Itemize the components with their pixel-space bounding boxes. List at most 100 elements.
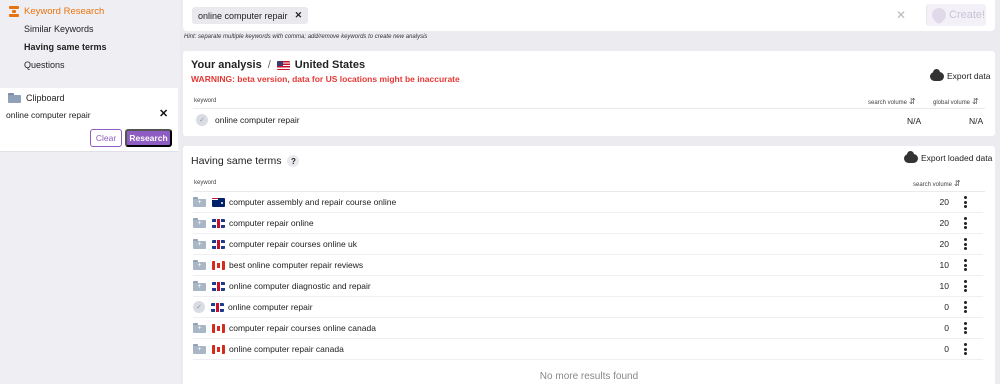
hint-text: Hint: separate multiple keywords with co… bbox=[184, 34, 428, 40]
table-row[interactable]: online computer diagnostic and repair 10 bbox=[193, 276, 983, 297]
analysis-keyword: online computer repair bbox=[215, 115, 300, 125]
table-row[interactable]: best online computer repair reviews 10 bbox=[193, 255, 983, 276]
no-more-results: No more results found bbox=[539, 371, 639, 382]
search-volume-column-header[interactable]: search volume ⇵ bbox=[913, 179, 961, 188]
sidebar: Keyword Research Similar Keywords Having… bbox=[0, 0, 180, 384]
help-icon[interactable]: ? bbox=[287, 155, 300, 167]
result-keyword[interactable]: online computer repair bbox=[228, 302, 313, 312]
sidebar-item-keyword-research[interactable]: Keyword Research bbox=[0, 2, 180, 20]
result-search-volume: 20 bbox=[939, 218, 949, 228]
analysis-global-volume: N/A bbox=[969, 116, 984, 126]
more-options-icon[interactable] bbox=[964, 238, 968, 250]
more-options-icon[interactable] bbox=[964, 322, 968, 334]
sort-icon[interactable]: ⇵ bbox=[954, 179, 961, 188]
sort-icon[interactable]: ⇵ bbox=[972, 97, 979, 106]
create-label: Create! bbox=[949, 9, 986, 21]
analysis-heading: Your analysis bbox=[191, 59, 262, 71]
keyword-research-icon bbox=[8, 5, 20, 17]
result-keyword[interactable]: online computer repair canada bbox=[229, 344, 344, 354]
search-volume-header-label: search volume bbox=[868, 100, 908, 106]
more-options-icon[interactable] bbox=[964, 343, 968, 355]
sidebar-item-similar-keywords[interactable]: Similar Keywords bbox=[0, 20, 180, 38]
keyword-input-bar[interactable]: online computer repair ✕ ✕ Create! bbox=[183, 0, 995, 31]
gb-flag-icon bbox=[212, 239, 225, 249]
cloud-download-icon bbox=[930, 68, 944, 81]
ca-flag-icon bbox=[212, 323, 225, 333]
clear-button[interactable]: Clear bbox=[90, 129, 122, 147]
more-options-icon[interactable] bbox=[964, 301, 968, 313]
check-icon: ✓ bbox=[196, 114, 208, 126]
cloud-download-icon bbox=[904, 150, 918, 163]
ca-flag-icon bbox=[212, 344, 225, 354]
table-row[interactable]: online computer repair canada 0 bbox=[193, 339, 983, 360]
divider bbox=[193, 108, 985, 109]
us-flag-icon bbox=[276, 60, 290, 70]
sidebar-item-having-same-terms[interactable]: Having same terms bbox=[0, 38, 180, 56]
title-separator: / bbox=[267, 59, 271, 71]
create-button[interactable]: Create! bbox=[926, 4, 986, 26]
more-options-icon[interactable] bbox=[964, 280, 968, 292]
keyword-chip-label: online computer repair bbox=[198, 10, 288, 21]
clear-all-icon[interactable]: ✕ bbox=[896, 8, 906, 22]
result-keyword[interactable]: computer repair courses online canada bbox=[229, 323, 376, 333]
table-row[interactable]: computer repair courses online canada 0 bbox=[193, 318, 983, 339]
result-search-volume: 0 bbox=[944, 323, 949, 333]
gb-flag-icon bbox=[212, 281, 225, 291]
keyword-column-header: keyword bbox=[194, 180, 217, 186]
result-search-volume: 0 bbox=[944, 302, 949, 312]
sidebar-title: Keyword Research bbox=[24, 5, 105, 17]
clipboard-text[interactable]: online computer repair bbox=[6, 110, 91, 120]
keyword-column-header: keyword bbox=[194, 98, 217, 104]
table-row[interactable]: computer repair online 20 bbox=[193, 213, 983, 234]
more-options-icon[interactable] bbox=[964, 196, 968, 208]
table-row[interactable]: computer repair courses online uk 20 bbox=[193, 234, 983, 255]
result-keyword[interactable]: computer assembly and repair course onli… bbox=[229, 197, 396, 207]
sidebar-item-questions[interactable]: Questions bbox=[0, 56, 180, 74]
ca-flag-icon bbox=[212, 260, 225, 270]
same-terms-card: Having same terms ? Export loaded data k… bbox=[183, 146, 995, 384]
more-options-icon[interactable] bbox=[964, 217, 968, 229]
research-button[interactable]: Research bbox=[125, 129, 172, 147]
more-options-icon[interactable] bbox=[964, 259, 968, 271]
same-terms-title: Having same terms ? bbox=[191, 155, 300, 167]
check-icon[interactable]: ✓ bbox=[193, 301, 205, 313]
add-to-clipboard-icon[interactable] bbox=[193, 218, 206, 228]
analysis-country: United States bbox=[294, 59, 366, 71]
result-search-volume: 10 bbox=[939, 260, 949, 270]
add-to-clipboard-icon[interactable] bbox=[193, 197, 206, 207]
result-keyword[interactable]: best online computer repair reviews bbox=[229, 260, 363, 270]
result-search-volume: 20 bbox=[939, 197, 949, 207]
global-volume-column-header[interactable]: global volume ⇵ bbox=[933, 97, 979, 106]
add-to-clipboard-icon[interactable] bbox=[193, 260, 206, 270]
clipboard-title: Clipboard bbox=[26, 93, 65, 103]
analysis-row: ✓ online computer repair bbox=[196, 114, 300, 126]
beta-warning: WARNING: beta version, data for US locat… bbox=[191, 74, 460, 84]
table-row[interactable]: computer assembly and repair course onli… bbox=[193, 192, 983, 213]
search-volume-header-label: search volume bbox=[913, 182, 953, 188]
analysis-title: Your analysis / United States bbox=[191, 59, 365, 71]
folder-icon bbox=[8, 93, 21, 103]
add-to-clipboard-icon[interactable] bbox=[193, 323, 206, 333]
add-to-clipboard-icon[interactable] bbox=[193, 344, 206, 354]
result-search-volume: 10 bbox=[939, 281, 949, 291]
gb-flag-icon bbox=[211, 302, 224, 312]
chip-remove-icon[interactable]: ✕ bbox=[295, 10, 303, 21]
result-keyword[interactable]: computer repair online bbox=[229, 218, 314, 228]
clipboard-header: Clipboard bbox=[0, 89, 65, 107]
result-keyword[interactable]: computer repair courses online uk bbox=[229, 239, 357, 249]
close-icon[interactable]: ✕ bbox=[159, 107, 168, 120]
same-terms-heading: Having same terms bbox=[191, 155, 282, 167]
sort-icon[interactable]: ⇵ bbox=[909, 97, 916, 106]
gb-flag-icon bbox=[212, 218, 225, 228]
export-data-button[interactable]: Export data bbox=[930, 68, 990, 81]
result-keyword[interactable]: online computer diagnostic and repair bbox=[229, 281, 371, 291]
global-volume-header-label: global volume bbox=[933, 100, 971, 106]
export-loaded-data-button[interactable]: Export loaded data bbox=[904, 150, 992, 163]
table-row[interactable]: ✓ online computer repair 0 bbox=[193, 297, 983, 318]
add-to-clipboard-icon[interactable] bbox=[193, 239, 206, 249]
search-volume-column-header[interactable]: search volume ⇵ bbox=[868, 97, 916, 106]
result-search-volume: 20 bbox=[939, 239, 949, 249]
keyword-chip[interactable]: online computer repair ✕ bbox=[192, 7, 309, 24]
add-to-clipboard-icon[interactable] bbox=[193, 281, 206, 291]
analysis-search-volume: N/A bbox=[907, 116, 922, 126]
